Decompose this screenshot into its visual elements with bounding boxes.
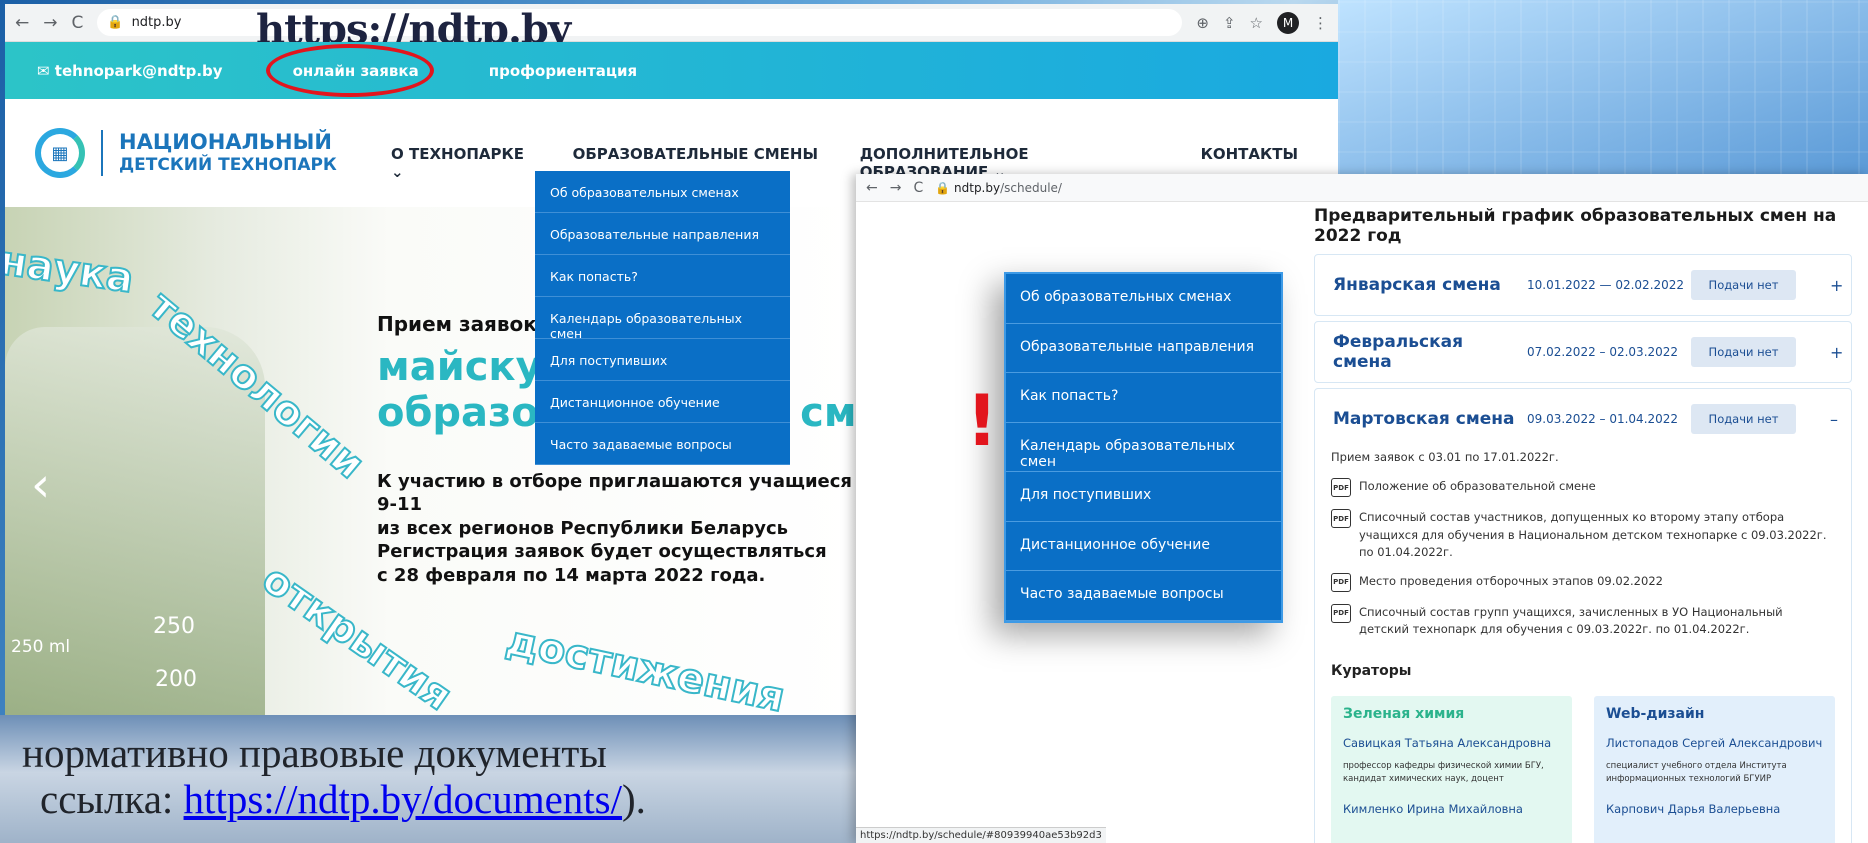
zoom-menu-item[interactable]: Для поступивших — [1006, 472, 1281, 522]
intake-dates: Прием заявок с 03.01 по 17.01.2022г. — [1331, 450, 1559, 464]
zoom-icon[interactable]: ⊕ — [1196, 14, 1209, 32]
logo-text[interactable]: НАЦИОНАЛЬНЫЙ ДЕТСКИЙ ТЕХНОПАРК — [119, 130, 337, 176]
address-bar-2[interactable]: 🔒 ndtp.by/schedule/ — [935, 181, 1062, 195]
dropdown-item[interactable]: Для поступивших — [535, 339, 790, 381]
dropdown-item[interactable]: Дистанционное обучение — [535, 381, 790, 423]
doc-link[interactable]: PDF Списочный состав участников, допущенн… — [1331, 509, 1835, 561]
pdf-icon: PDF — [1331, 478, 1351, 498]
zoomed-shifts-menu: Об образовательных сменах Образовательны… — [1004, 272, 1283, 623]
back-arrow-icon[interactable]: ← — [15, 13, 29, 33]
pdf-icon: PDF — [1331, 509, 1351, 529]
kebab-menu-icon[interactable]: ⋮ — [1313, 14, 1328, 32]
documents-link[interactable]: https://ndtp.by/documents/ — [184, 776, 622, 822]
menu-item-about[interactable]: О ТЕХНОПАРКЕ ⌄ — [391, 145, 533, 181]
pdf-icon: PDF — [1331, 573, 1351, 592]
doc-link[interactable]: PDF Место проведения отборочных этапов 09… — [1331, 573, 1835, 592]
star-icon[interactable]: ☆ — [1250, 14, 1263, 32]
zoom-menu-item[interactable]: Часто задаваемые вопросы — [1006, 571, 1281, 621]
doc-link[interactable]: PDF Положение об образовательной смене — [1331, 478, 1835, 498]
reload-icon[interactable]: C — [913, 180, 923, 196]
reload-icon[interactable]: C — [72, 13, 84, 33]
dropdown-item[interactable]: Образовательные направления — [535, 213, 790, 255]
pdf-icon: PDF — [1331, 604, 1351, 623]
schedule-title: Предварительный график образовательных с… — [1314, 206, 1837, 246]
lock-icon: 🔒 — [107, 15, 124, 30]
dropdown-item[interactable]: Часто задаваемые вопросы — [535, 423, 790, 465]
share-icon[interactable]: ⇪ — [1223, 14, 1236, 32]
caption-line2: ссылка: https://ndtp.by/documents/). — [40, 775, 646, 822]
highlight-ellipse — [266, 44, 434, 97]
curator-card-green-chemistry: Зеленая химия Савицкая Татьяна Александр… — [1331, 695, 1572, 843]
address-text: ndtp.by — [131, 15, 182, 30]
email-link[interactable]: ✉ tehnopark@ndtp.by — [37, 62, 223, 80]
back-arrow-icon[interactable]: ← — [866, 180, 878, 196]
browser-toolbar: ← → C 🔒 ndtp.by ⊕ ⇪ ☆ M ⋮ — [5, 4, 1338, 42]
mail-icon: ✉ — [37, 61, 55, 80]
zoom-menu-item[interactable]: Как попасть? — [1006, 373, 1281, 423]
hero-description: К участию в отборе приглашаются учащиеся… — [377, 471, 852, 586]
site-topbar: ✉ tehnopark@ndtp.by онлайн заявка профор… — [5, 42, 1338, 99]
arc-word-science: наука — [5, 237, 137, 303]
apply-button[interactable]: Подачи нет — [1691, 270, 1796, 300]
technopark-logo-icon[interactable]: ▦ — [35, 128, 85, 178]
dropdown-item[interactable]: Календарь образовательных смен — [535, 297, 790, 341]
expand-icon[interactable]: + — [1830, 343, 1843, 362]
collapse-icon[interactable]: – — [1830, 410, 1838, 429]
slide-caption: нормативно правовые документы ссылка: ht… — [22, 730, 646, 823]
beaker-mark-250: 250 — [153, 614, 195, 639]
logo-divider — [101, 130, 103, 176]
carousel-prev-icon[interactable]: ‹ — [31, 457, 50, 513]
beaker-mark-250ml: 250 ml — [11, 637, 71, 657]
zoom-menu-item[interactable]: Календарь образовательных смен — [1006, 423, 1281, 472]
zoom-menu-item[interactable]: Дистанционное обучение — [1006, 522, 1281, 571]
zoom-menu-item[interactable]: Об образовательных сменах — [1006, 274, 1281, 324]
forward-arrow-icon[interactable]: → — [43, 13, 57, 33]
curator-card-web-design: Web-дизайн Листопадов Сергей Александров… — [1594, 695, 1835, 843]
shifts-dropdown: Об образовательных сменах Образовательны… — [535, 171, 790, 465]
browser-toolbar-2: ← → C 🔒 ndtp.by/schedule/ — [856, 174, 1868, 202]
forward-arrow-icon[interactable]: → — [890, 180, 902, 196]
exclamation-mark: ! — [966, 380, 998, 462]
arc-word-achievements: достижения — [501, 617, 789, 715]
shift-march[interactable]: Мартовская смена 09.03.2022 – 01.04.2022… — [1314, 388, 1852, 843]
beaker-mark-200: 200 — [155, 667, 197, 692]
dropdown-item[interactable]: Об образовательных сменах — [535, 171, 790, 213]
apply-button[interactable]: Подачи нет — [1691, 404, 1796, 434]
caption-line1: нормативно правовые документы — [22, 730, 607, 776]
avatar[interactable]: M — [1277, 11, 1299, 34]
shift-february[interactable]: Февральская смена 07.02.2022 – 02.03.202… — [1314, 321, 1852, 383]
curators-title: Кураторы — [1331, 662, 1412, 679]
apply-button[interactable]: Подачи нет — [1691, 337, 1796, 367]
shift-january[interactable]: Январская смена 10.01.2022 — 02.02.2022 … — [1314, 254, 1852, 316]
lock-icon: 🔒 — [935, 180, 955, 195]
expand-icon[interactable]: + — [1830, 276, 1843, 295]
status-bar-url: https://ndtp.by/schedule/#80939940ae53b9… — [856, 827, 1106, 843]
dropdown-item[interactable]: Как попасть? — [535, 255, 790, 297]
career-guidance-link[interactable]: профориентация — [489, 62, 637, 80]
zoom-menu-item[interactable]: Образовательные направления — [1006, 324, 1281, 373]
doc-link[interactable]: PDF Списочный состав групп учащихся, зачи… — [1331, 604, 1835, 639]
